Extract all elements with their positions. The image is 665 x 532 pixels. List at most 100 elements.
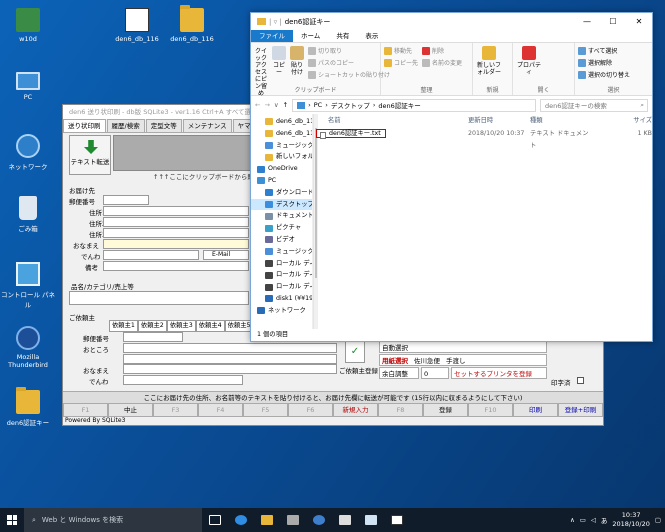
- tab-maintenance[interactable]: メンテナンス: [182, 119, 232, 132]
- move-to-button[interactable]: 移動先: [384, 46, 418, 55]
- nav-item[interactable]: ビデオ: [251, 234, 312, 246]
- tab-view[interactable]: 表示: [357, 30, 386, 42]
- explorer-taskbar-button[interactable]: [254, 508, 280, 532]
- app-taskbar-button-1[interactable]: [332, 508, 358, 532]
- email-field[interactable]: E-Mail: [203, 250, 249, 260]
- column-size[interactable]: サイズ: [594, 114, 652, 128]
- app-taskbar-button-3[interactable]: [384, 508, 410, 532]
- fkey-register[interactable]: 登録: [423, 403, 468, 417]
- client-name-field[interactable]: [123, 364, 337, 374]
- column-type[interactable]: 種類: [530, 114, 594, 128]
- nav-item[interactable]: ダウンロード: [251, 187, 312, 199]
- nav-item[interactable]: OneDrive: [251, 163, 312, 175]
- tab-client2[interactable]: 依頼主2: [137, 320, 167, 332]
- breadcrumb-pc[interactable]: PC: [314, 101, 322, 109]
- nav-item[interactable]: ローカル ディスク (E: [251, 281, 312, 293]
- select-none-button[interactable]: 選択解除: [578, 58, 630, 67]
- fkey-f6[interactable]: F6: [288, 403, 333, 417]
- edge-button[interactable]: [228, 508, 254, 532]
- postal-field[interactable]: [103, 195, 149, 205]
- set-printer-button[interactable]: セットするプリンタを登録: [451, 367, 547, 379]
- nav-item[interactable]: PC: [251, 175, 312, 187]
- desktop-icon-user[interactable]: w10d: [0, 8, 56, 43]
- up-arrow-icon[interactable]: ↑: [283, 101, 288, 109]
- breadcrumb-folder[interactable]: den6認証キー: [378, 100, 420, 110]
- client-postal-field[interactable]: [123, 332, 183, 342]
- tab-templates[interactable]: 定型文等: [145, 119, 182, 132]
- chevron-down-icon[interactable]: ∨: [274, 101, 279, 109]
- select-all-button[interactable]: すべて選択: [578, 46, 630, 55]
- start-button[interactable]: [0, 508, 24, 532]
- desktop-icon-den6-db[interactable]: den6_db_116: [109, 8, 165, 43]
- task-view-button[interactable]: [202, 508, 228, 532]
- taskbar-search[interactable]: ⌕ Web と Windows を検索: [24, 508, 202, 532]
- fkey-f4[interactable]: F4: [198, 403, 243, 417]
- paste-shortcut-button[interactable]: ショートカットの貼り付け: [308, 70, 390, 79]
- nav-item[interactable]: デスクトップ: [251, 198, 312, 211]
- nav-item[interactable]: ピクチャ: [251, 222, 312, 234]
- nav-item[interactable]: den6_db_116_mc: [251, 128, 312, 140]
- search-box[interactable]: den6認証キーの検索 ⌕: [540, 98, 648, 112]
- nav-item[interactable]: ネットワーク: [251, 305, 312, 317]
- nav-item[interactable]: den6_db_116: [251, 116, 312, 128]
- auto-select[interactable]: 自動選択: [379, 341, 547, 353]
- fkey-f3[interactable]: F3: [153, 403, 198, 417]
- desktop-icon-thunderbird[interactable]: Mozilla Thunderbird: [0, 326, 56, 369]
- tab-share[interactable]: 共有: [328, 30, 357, 42]
- notification-icon[interactable]: ▢: [655, 516, 661, 524]
- client-address-field[interactable]: [123, 343, 337, 353]
- fkey-f1[interactable]: F1: [63, 403, 108, 417]
- phone-field[interactable]: [103, 250, 199, 260]
- address2-field[interactable]: [103, 217, 249, 227]
- desktop-icon-network[interactable]: ネットワーク: [0, 134, 56, 171]
- printed-checkbox[interactable]: [577, 377, 584, 384]
- copy-to-button[interactable]: コピー先: [384, 58, 418, 67]
- address3-field[interactable]: [103, 228, 249, 238]
- tab-client1[interactable]: 依頼主1: [109, 320, 138, 332]
- rename-button[interactable]: 名前の変更: [422, 58, 462, 67]
- nav-item[interactable]: ローカル ディスク (D: [251, 269, 312, 281]
- copy-path-button[interactable]: パスのコピー: [308, 58, 390, 67]
- store-button[interactable]: [280, 508, 306, 532]
- nav-item[interactable]: ドキュメント: [251, 210, 312, 222]
- network-icon[interactable]: ▭: [580, 516, 586, 524]
- client-address2-field[interactable]: [123, 354, 337, 364]
- address-bar[interactable]: › PC › デスクトップ › den6認証キー: [292, 98, 536, 112]
- desktop-icon-den6-folder[interactable]: den6_db_116: [164, 5, 220, 43]
- close-icon[interactable]: ✕: [626, 17, 652, 26]
- clipboard-paste-area[interactable]: [113, 135, 253, 171]
- thunderbird-taskbar-button[interactable]: [306, 508, 332, 532]
- desktop-icon-pc[interactable]: PC: [0, 72, 56, 101]
- ime-indicator[interactable]: あ: [601, 515, 608, 525]
- paper-select[interactable]: 用紙選択 佐川急便 手渡し: [379, 354, 547, 366]
- nav-item[interactable]: disk1 (¥¥192.168: [251, 293, 312, 305]
- column-date[interactable]: 更新日時: [468, 114, 530, 128]
- address1-field[interactable]: [103, 206, 249, 216]
- minimize-icon[interactable]: —: [574, 17, 600, 26]
- maximize-icon[interactable]: ☐: [600, 17, 626, 26]
- desktop-icon-den6-key[interactable]: den6認証キー: [0, 387, 56, 427]
- tab-home[interactable]: ホーム: [293, 30, 328, 42]
- forward-arrow-icon[interactable]: →: [264, 101, 269, 109]
- fkey-f5[interactable]: F5: [243, 403, 288, 417]
- delete-button[interactable]: 削除: [422, 46, 462, 55]
- fkey-cancel[interactable]: 中止: [108, 403, 153, 417]
- tab-client3[interactable]: 依頼主3: [166, 320, 196, 332]
- tab-print[interactable]: 送り状印刷: [63, 119, 106, 132]
- nav-item[interactable]: 新しいフォルダー (5: [251, 151, 312, 163]
- chevron-up-icon[interactable]: ∧: [570, 516, 575, 524]
- cut-button[interactable]: 切り取り: [308, 46, 390, 55]
- fkey-new-entry[interactable]: 新規入力: [333, 403, 378, 417]
- volume-icon[interactable]: ◁: [591, 516, 596, 524]
- text-transfer-button[interactable]: テキスト転送: [69, 135, 111, 175]
- explorer-window[interactable]: | ▿ | den6認証キー — ☐ ✕ ファイル ホーム 共有 表示 クイック…: [250, 12, 653, 342]
- margin-adjust-button[interactable]: 余白調整: [379, 367, 419, 379]
- nav-item[interactable]: ミュージック: [251, 246, 312, 258]
- fkey-register-print[interactable]: 登録+印刷: [558, 403, 603, 417]
- tab-file[interactable]: ファイル: [251, 30, 293, 42]
- app-taskbar-button-2[interactable]: [358, 508, 384, 532]
- tab-history[interactable]: 履歴/検索: [106, 119, 145, 132]
- fkey-print[interactable]: 印刷: [513, 403, 558, 417]
- register-client-button[interactable]: ✓: [345, 341, 365, 363]
- invert-selection-button[interactable]: 選択の切り替え: [578, 70, 630, 79]
